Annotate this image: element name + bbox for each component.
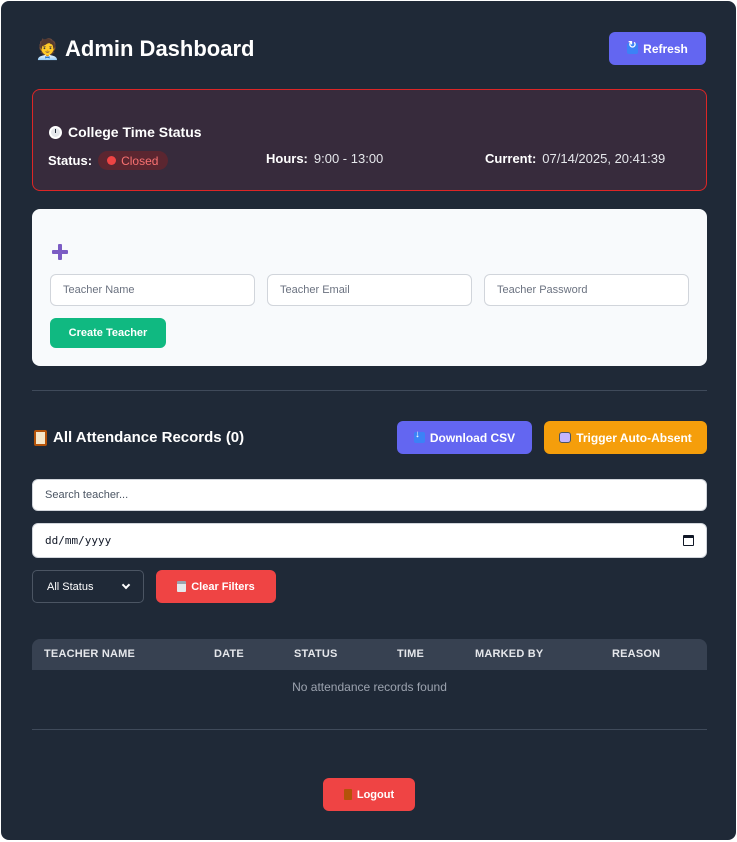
clear-filters-label: Clear Filters [191, 580, 255, 593]
current-time-field: Current: 07/14/2025, 20:41:39 [485, 151, 665, 166]
create-teacher-card: Create Teacher [32, 209, 707, 366]
clipboard-icon [34, 429, 47, 446]
logout-label: Logout [356, 788, 395, 801]
refresh-icon [627, 40, 639, 54]
refresh-button[interactable]: Refresh [609, 32, 706, 65]
door-icon [343, 789, 352, 800]
robot-icon [559, 432, 572, 443]
current-value: 07/14/2025, 20:41:39 [542, 151, 666, 166]
clock-icon [49, 125, 62, 139]
column-time: TIME [397, 648, 425, 660]
refresh-label: Refresh [643, 41, 688, 56]
hours-label: Hours: [266, 151, 308, 166]
dashboard-window: 🧑‍💼 Admin Dashboard Refresh College Time… [1, 1, 736, 840]
download-csv-label: Download CSV [429, 430, 516, 445]
empty-table-message: No attendance records found [292, 680, 447, 694]
download-icon [413, 429, 425, 443]
attendance-records-heading: All Attendance Records (0) [34, 429, 244, 446]
status-value: Closed [121, 153, 159, 168]
column-date: DATE [214, 648, 244, 660]
download-csv-button[interactable]: Download CSV [397, 421, 532, 454]
status-badge: Closed [98, 151, 169, 170]
status-filter-value: All Status [47, 580, 94, 593]
date-filter-input[interactable]: dd/mm/yyyy [32, 523, 707, 558]
status-label: Status: [48, 153, 93, 168]
college-time-heading: College Time Status [49, 124, 202, 140]
teacher-name-input[interactable] [50, 274, 255, 306]
current-label: Current: [485, 151, 537, 166]
status-field: Status: Closed [48, 151, 169, 170]
calendar-icon[interactable] [683, 535, 694, 546]
page-title: Admin Dashboard [65, 36, 255, 61]
clear-filters-button[interactable]: Clear Filters [156, 570, 276, 603]
attendance-table-header: TEACHER NAME DATE STATUS TIME MARKED BY … [32, 639, 707, 670]
column-reason: REASON [612, 648, 661, 660]
trigger-auto-absent-button[interactable]: Trigger Auto-Absent [544, 421, 707, 454]
trigger-auto-absent-label: Trigger Auto-Absent [576, 430, 692, 445]
chevron-down-icon [121, 580, 131, 590]
column-teacher-name: TEACHER NAME [44, 648, 136, 660]
plus-icon [52, 244, 68, 260]
hours-value: 9:00 - 13:00 [313, 151, 384, 166]
section-divider [32, 390, 707, 391]
column-status: STATUS [294, 648, 338, 660]
page-header: 🧑‍💼 Admin Dashboard [35, 31, 706, 67]
college-time-status-card: College Time Status Status: Closed Hours… [32, 89, 707, 191]
status-filter-select[interactable]: All Status [32, 570, 144, 603]
college-time-title: College Time Status [68, 124, 202, 140]
trash-icon [177, 581, 187, 592]
red-dot-icon [107, 156, 117, 165]
logout-button[interactable]: Logout [323, 778, 415, 811]
search-teacher-input[interactable] [32, 479, 707, 511]
teacher-email-input[interactable] [267, 274, 472, 306]
attendance-records-title: All Attendance Records (0) [53, 429, 245, 446]
create-teacher-button[interactable]: Create Teacher [50, 318, 166, 348]
footer-divider [32, 729, 707, 730]
column-marked-by: MARKED BY [475, 648, 544, 660]
hours-field: Hours: 9:00 - 13:00 [266, 151, 383, 166]
date-filter-value: dd/mm/yyyy [45, 534, 112, 547]
admin-person-icon: 🧑‍💼 [35, 38, 60, 61]
teacher-password-input[interactable] [484, 274, 689, 306]
